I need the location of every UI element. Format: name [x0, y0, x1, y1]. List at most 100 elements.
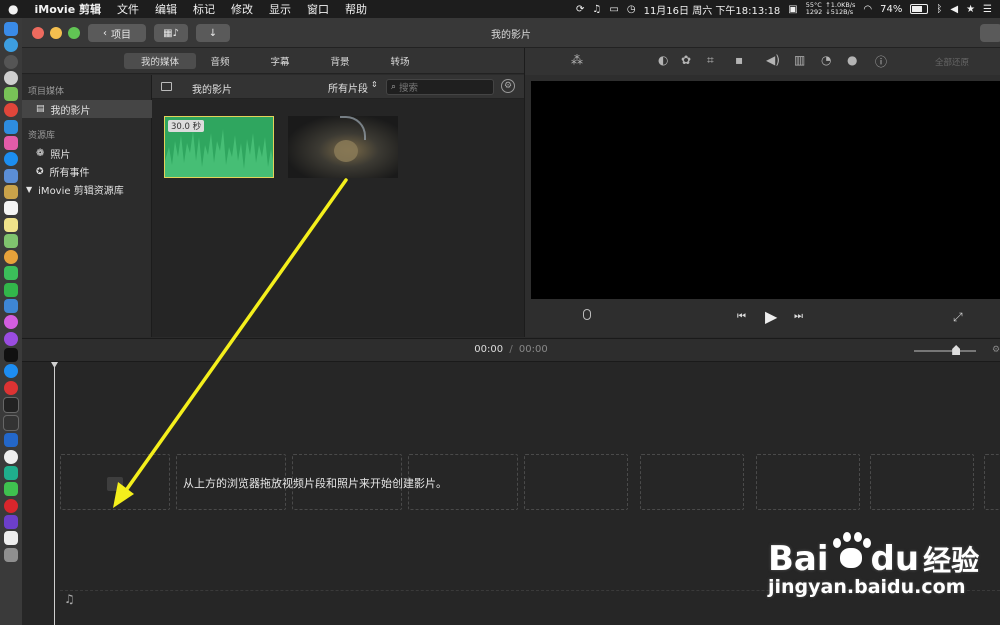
equalizer-icon[interactable]: ▥	[794, 53, 805, 67]
stickies-icon[interactable]	[4, 217, 18, 232]
notes-icon[interactable]	[4, 184, 18, 199]
sync-icon[interactable]: ⟳	[576, 4, 584, 15]
clock-icon[interactable]: ◷	[627, 4, 636, 15]
yandex-icon[interactable]	[4, 449, 18, 464]
android-icon[interactable]	[4, 87, 18, 102]
terminal-icon[interactable]	[3, 396, 19, 413]
stabilize-camera-icon[interactable]: ▪	[735, 53, 743, 67]
clip-object	[334, 140, 358, 162]
settings-gear-icon[interactable]: ⚙	[501, 79, 515, 93]
podcasts-icon[interactable]	[4, 331, 18, 346]
safari-icon[interactable]	[4, 38, 18, 53]
menu-view[interactable]: 显示	[261, 1, 299, 17]
tab-transitions[interactable]: 转场	[380, 53, 420, 69]
trash-icon[interactable]	[4, 547, 18, 562]
music-icon[interactable]: ♫	[592, 4, 601, 15]
file-icon[interactable]	[4, 531, 18, 546]
current-time: 00:00	[474, 344, 504, 355]
launchpad-icon[interactable]	[4, 54, 18, 69]
message-app-icon[interactable]	[4, 466, 18, 481]
apple-icon[interactable]: ●	[0, 2, 26, 16]
star-icon[interactable]: ★	[966, 4, 975, 15]
volume-icon[interactable]: ◀	[950, 4, 958, 15]
fullscreen-expand-icon[interactable]: ⤢	[953, 310, 963, 325]
appletv-icon[interactable]	[4, 347, 18, 362]
magic-wand-icon[interactable]: ⁂	[571, 53, 583, 67]
flag-icon[interactable]: ▣	[788, 4, 797, 15]
message-icon[interactable]: ▭	[609, 4, 618, 15]
zoom-slider[interactable]	[914, 345, 976, 355]
audio-clip-thumbnail[interactable]: 30.0 秒	[164, 116, 274, 178]
media-browser: 30.0 秒	[152, 99, 524, 337]
facetime-icon[interactable]	[4, 266, 18, 281]
preview-icon[interactable]	[4, 168, 18, 183]
clip-filter-icon[interactable]: ●	[847, 53, 857, 67]
skip-back-icon[interactable]: ⏮	[737, 311, 746, 322]
reset-all-button[interactable]: 全部还原	[935, 56, 969, 68]
search-field[interactable]: ⌕ 搜索	[386, 79, 494, 95]
sidebar-item-library[interactable]: ▼ iMovie 剪辑资源库	[26, 182, 124, 197]
voiceover-mic-icon[interactable]	[583, 309, 591, 320]
tab-my-media[interactable]: 我的媒体	[124, 53, 196, 69]
menu-file[interactable]: 文件	[109, 1, 147, 17]
activity-icon[interactable]	[3, 415, 19, 432]
sidebar-toggle-icon[interactable]	[161, 82, 172, 91]
download-speed: ↓512B/s	[825, 8, 854, 16]
imovie-icon[interactable]	[4, 514, 18, 529]
share-button[interactable]	[980, 24, 1000, 42]
qq-icon[interactable]	[4, 119, 18, 134]
compass-icon[interactable]	[4, 70, 18, 85]
tab-backgrounds[interactable]: 背景	[320, 53, 360, 69]
vpn-icon[interactable]	[4, 433, 18, 448]
timeline-settings-icon[interactable]: ⚙	[992, 345, 1000, 355]
chrome-icon[interactable]	[4, 103, 18, 118]
speed-gauge-icon[interactable]: ◔	[821, 53, 831, 67]
tab-titles[interactable]: 字幕	[260, 53, 300, 69]
menu-mark[interactable]: 标记	[185, 1, 223, 17]
timeline-header: 00:00 / 00:00 ⚙	[22, 338, 1000, 362]
volume-speaker-icon[interactable]: ◀)	[766, 53, 780, 67]
datetime[interactable]: 11月16日 周六 下午18:13:18	[644, 2, 781, 17]
sidebar-item-all-events[interactable]: ✪ 所有事件	[36, 164, 90, 180]
vivaldi-icon[interactable]	[4, 380, 18, 395]
system-stats[interactable]: 55°C 1292 ↑1.0KB/s ↓512B/s	[806, 2, 856, 16]
info-icon[interactable]: ⓘ	[875, 53, 887, 70]
bluetooth-icon[interactable]: ᛒ	[936, 4, 942, 15]
app-icon[interactable]	[4, 136, 18, 151]
calendar-icon[interactable]	[4, 201, 18, 216]
itunes-icon[interactable]	[4, 315, 18, 330]
skip-forward-icon[interactable]: ⏭	[794, 311, 803, 322]
photos-icon[interactable]	[4, 250, 18, 265]
list-icon[interactable]: ☰	[983, 4, 992, 15]
clip-filter-dropdown[interactable]: 所有片段 ⇕	[328, 80, 378, 95]
battery-icon[interactable]	[910, 4, 929, 14]
menu-help[interactable]: 帮助	[337, 1, 375, 17]
netease-icon[interactable]	[4, 498, 18, 513]
wechat-icon[interactable]	[4, 282, 18, 297]
keynote-icon[interactable]	[4, 299, 18, 314]
finder-icon[interactable]	[4, 22, 18, 36]
appstore-icon[interactable]	[4, 364, 18, 379]
window-title: 我的影片	[491, 30, 531, 41]
dock	[0, 18, 22, 625]
battery-percent[interactable]: 74%	[880, 4, 902, 15]
menu-modify[interactable]: 修改	[223, 1, 261, 17]
app-menu[interactable]: iMovie 剪辑	[26, 1, 109, 17]
video-clip-thumbnail[interactable]	[288, 116, 398, 178]
crop-icon[interactable]: ⌗	[707, 53, 714, 68]
wechat2-icon[interactable]	[4, 482, 18, 497]
playhead-marker[interactable]	[51, 362, 58, 368]
menu-edit[interactable]: 编辑	[147, 1, 185, 17]
play-icon[interactable]: ▶	[765, 307, 777, 326]
sidebar-item-photos[interactable]: ❁ 照片	[36, 146, 70, 161]
wifi-icon[interactable]: ◠	[863, 4, 872, 15]
menu-window[interactable]: 窗口	[299, 1, 337, 17]
tab-audio[interactable]: 音频	[200, 53, 240, 69]
maps-icon[interactable]	[4, 233, 18, 248]
sidebar-item-my-movie[interactable]: ▤ 我的影片	[22, 100, 152, 118]
store-icon[interactable]	[4, 152, 18, 167]
video-preview[interactable]	[531, 81, 1000, 299]
color-balance-icon[interactable]: ◐	[658, 53, 668, 67]
playhead[interactable]	[54, 362, 55, 625]
color-palette-icon[interactable]: ✿	[681, 53, 691, 67]
